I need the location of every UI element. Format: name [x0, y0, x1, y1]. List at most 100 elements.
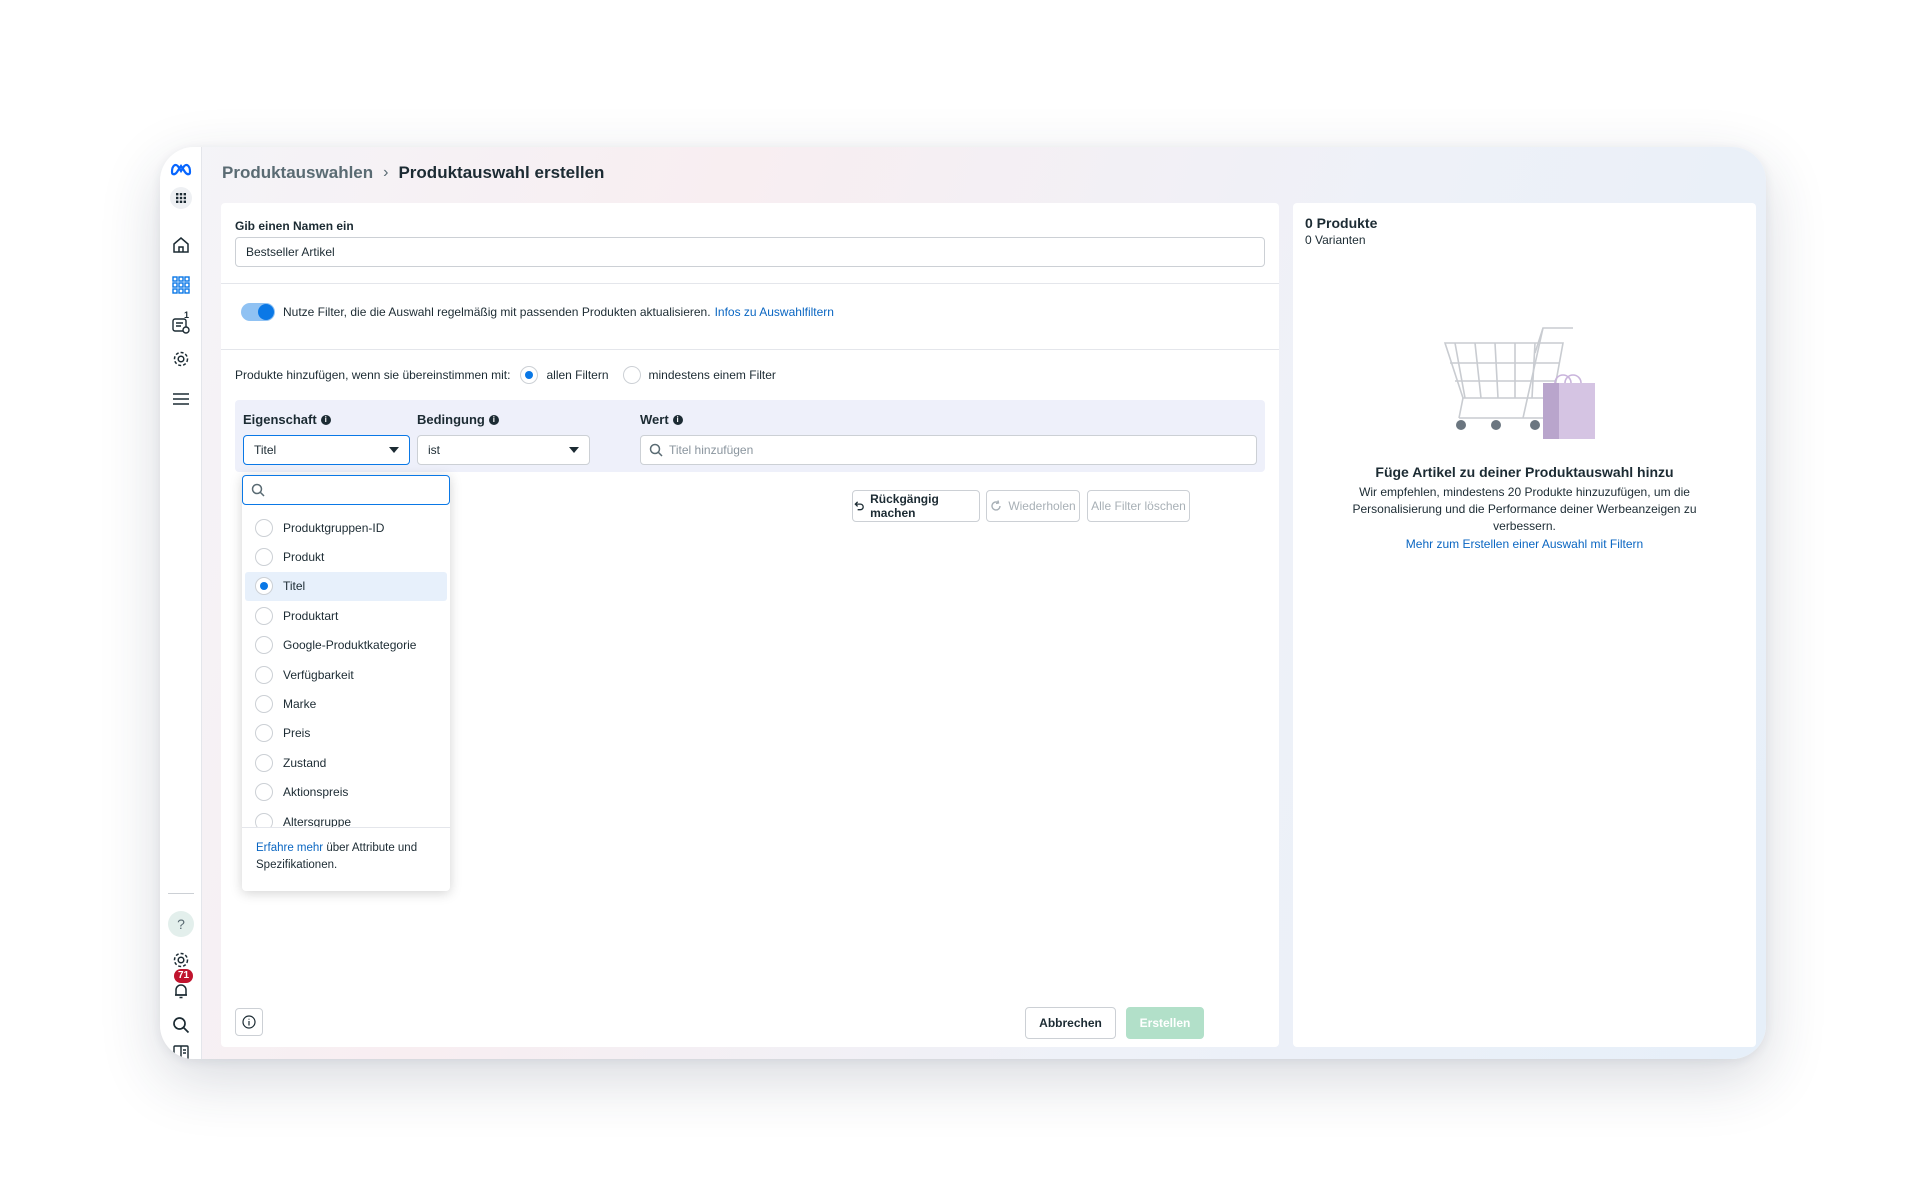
apps-grid-icon[interactable] [160, 186, 202, 210]
value-header-label: Wert [640, 412, 669, 427]
dropdown-option[interactable]: Produkt [245, 542, 447, 571]
radio-icon [255, 606, 273, 625]
clear-filters-button[interactable]: Alle Filter löschen [1087, 490, 1190, 522]
dropdown-option[interactable]: Marke [245, 689, 447, 718]
info-button[interactable] [235, 1008, 263, 1036]
filters-help-link[interactable]: Mehr zum Erstellen einer Auswahl mit Fil… [1293, 537, 1756, 551]
catalog-grid-icon[interactable] [160, 273, 202, 297]
undo-icon [854, 501, 864, 511]
option-label: Produktart [283, 608, 339, 623]
property-select-value: Titel [254, 443, 277, 457]
radio-checked-icon [255, 577, 273, 596]
undo-button[interactable]: Rückgängig machen [852, 490, 980, 522]
dropdown-option[interactable]: Zustand [245, 748, 447, 777]
left-nav-rail: 1 ? 71 [160, 147, 202, 1059]
condition-select-value: ist [428, 443, 440, 457]
property-dropdown: Produktgruppen-ID Produkt Titel Produkta… [242, 475, 450, 891]
radio-icon [255, 518, 273, 537]
redo-label: Wiederholen [1008, 499, 1076, 513]
value-input-placeholder: Titel hinzufügen [669, 443, 754, 457]
page-title: Produktauswahl erstellen [398, 163, 605, 182]
data-sources-badge: 1 [184, 310, 190, 320]
match-all-label[interactable]: allen Filtern [546, 368, 608, 382]
name-label: Gib einen Namen ein [235, 219, 354, 233]
property-header-label: Eigenschaft [243, 412, 317, 427]
radio-icon [255, 695, 273, 714]
option-label: Titel [283, 579, 306, 594]
create-button[interactable]: Erstellen [1126, 1007, 1204, 1039]
match-any-label[interactable]: mindestens einem Filter [649, 368, 776, 382]
dropdown-option[interactable]: Produktart [245, 601, 447, 630]
info-icon[interactable]: i [672, 414, 683, 425]
breadcrumb-parent[interactable]: Produktauswahlen [222, 163, 373, 183]
option-label: Preis [283, 726, 311, 741]
use-filters-toggle[interactable] [241, 303, 275, 321]
filter-info-link[interactable]: Infos zu Auswahlfiltern [715, 305, 834, 319]
home-icon[interactable] [160, 233, 202, 257]
menu-icon[interactable] [160, 387, 202, 411]
chevron-right-icon: › [383, 164, 389, 181]
panel-icon[interactable] [160, 1041, 202, 1059]
radio-icon [255, 724, 273, 743]
caret-down-icon [389, 447, 399, 453]
clear-filters-label: Alle Filter löschen [1091, 499, 1186, 513]
dropdown-option-selected[interactable]: Titel [245, 571, 447, 602]
meta-logo-icon[interactable] [160, 157, 202, 181]
notifications-badge: 71 [174, 969, 194, 983]
option-label: Zustand [283, 755, 327, 770]
dropdown-option[interactable]: Preis [245, 719, 447, 748]
dropdown-option[interactable]: Verfügbarkeit [245, 660, 447, 689]
info-icon[interactable]: i [320, 414, 331, 425]
match-label: Produkte hinzufügen, wenn sie übereinsti… [235, 368, 511, 382]
toggle-description: Nutze Filter, die die Auswahl regelmäßig… [283, 305, 711, 319]
dropdown-search-input[interactable] [242, 475, 450, 505]
rail-divider [168, 893, 194, 894]
notifications-icon[interactable]: 71 [160, 969, 202, 1003]
radio-icon [255, 548, 273, 567]
value-header: Wert i [640, 412, 683, 427]
filter-rule-row: Eigenschaft i Bedingung i Wert i Titel i… [235, 400, 1265, 472]
dropdown-option[interactable]: Google-Produktkategorie [245, 631, 447, 660]
redo-button[interactable]: Wiederholen [986, 490, 1080, 522]
dropdown-option[interactable]: Altersgruppe [245, 807, 447, 827]
create-label: Erstellen [1139, 1016, 1191, 1030]
option-label: Aktionspreis [283, 785, 349, 800]
info-icon [242, 1015, 256, 1029]
property-select[interactable]: Titel [243, 435, 410, 465]
dropdown-option[interactable]: Aktionspreis [245, 778, 447, 807]
cancel-button[interactable]: Abbrechen [1025, 1007, 1116, 1039]
settings-icon[interactable] [160, 347, 202, 371]
name-field[interactable]: Bestseller Artikel [235, 237, 1265, 267]
help-icon[interactable]: ? [160, 911, 202, 937]
shopping-cart-illustration [1443, 327, 1595, 439]
learn-more-link[interactable]: Erfahre mehr [256, 842, 323, 854]
variant-count: 0 Varianten [1305, 233, 1366, 247]
option-label: Produkt [283, 550, 325, 565]
info-icon[interactable]: i [488, 414, 499, 425]
redo-icon [991, 500, 1002, 511]
option-label: Altersgruppe [283, 814, 352, 827]
search-icon [251, 483, 265, 497]
value-input[interactable]: Titel hinzufügen [640, 435, 1257, 465]
radio-icon [255, 783, 273, 802]
search-icon[interactable] [160, 1013, 202, 1037]
radio-icon [255, 812, 273, 827]
create-selection-form: Gib einen Namen ein Bestseller Artikel N… [221, 203, 1279, 1047]
property-header: Eigenschaft i [243, 412, 331, 427]
divider [221, 283, 1279, 284]
data-sources-icon[interactable]: 1 [160, 310, 202, 337]
match-all-radio[interactable] [520, 366, 539, 384]
match-any-radio[interactable] [622, 366, 641, 384]
radio-icon [255, 753, 273, 772]
condition-select[interactable]: ist [417, 435, 590, 465]
caret-down-icon [569, 447, 579, 453]
dropdown-options: Produktgruppen-ID Produkt Titel Produkta… [242, 513, 450, 827]
selection-summary-panel: 0 Produkte 0 Varianten Füge Artikel zu d… [1293, 203, 1756, 1047]
divider [221, 349, 1279, 350]
radio-icon [255, 636, 273, 655]
dropdown-option[interactable]: Produktgruppen-ID [245, 513, 447, 542]
cancel-label: Abbrechen [1039, 1016, 1102, 1030]
product-count: 0 Produkte [1305, 215, 1378, 231]
app-window: 1 ? 71 Produktauswahlen › Produktauswahl… [160, 147, 1766, 1059]
option-label: Google-Produktkategorie [283, 638, 417, 653]
